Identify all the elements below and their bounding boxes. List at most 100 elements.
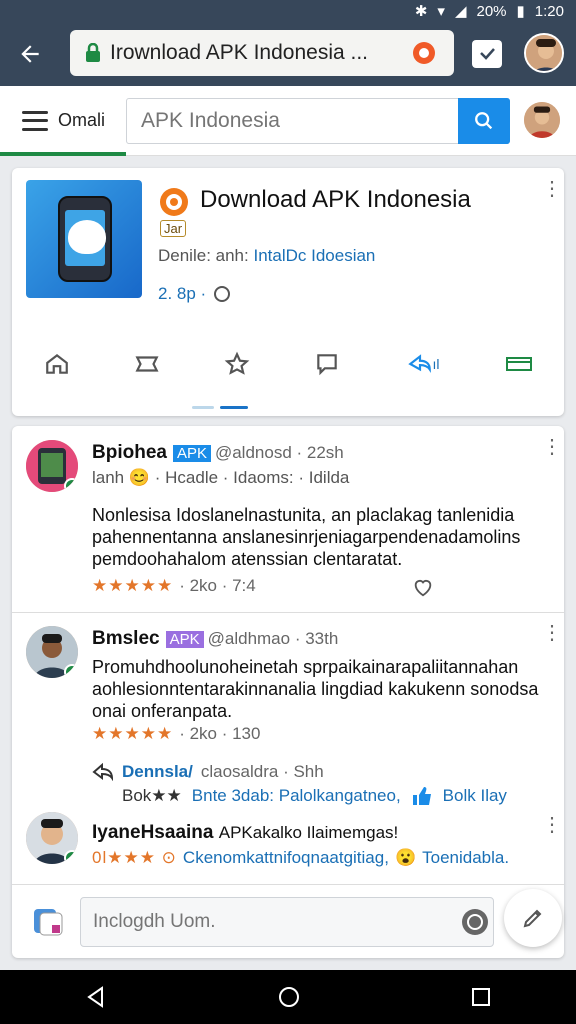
author-name: Bmslec <box>92 628 160 649</box>
reply-tag[interactable]: Bolk Ilay <box>443 786 507 806</box>
chat-button[interactable] <box>307 348 347 380</box>
developer-prefix: Denile: anh: <box>158 246 249 265</box>
post-rating: ★★★★★ · 2ko · 7:4 <box>92 576 256 596</box>
favorite-button[interactable] <box>217 348 257 380</box>
star-rating: 0l★★★ ⊙ <box>92 848 177 867</box>
avatar-face-icon <box>526 35 562 71</box>
author-name: Bpiohea <box>92 442 167 463</box>
thumbs-up-icon <box>412 787 431 805</box>
emoji-button[interactable] <box>462 909 488 935</box>
compose-fab-button[interactable] <box>504 889 562 947</box>
reply-header[interactable]: Dennsla/ claosaldra · Shh <box>92 762 324 782</box>
more-options-icon[interactable]: ⋮ <box>542 437 562 457</box>
verified-icon <box>64 664 78 678</box>
menu-button[interactable]: Omali <box>22 110 105 131</box>
compose-bar <box>12 884 564 958</box>
wifi-icon: ▾ <box>437 3 445 20</box>
developer-line: Denile: anh: IntalDc Idoesian <box>158 246 375 266</box>
app-icon[interactable] <box>26 180 142 298</box>
url-text: Irownload APK Indonesia ... <box>110 41 368 64</box>
developer-link[interactable]: IntalDc Idoesian <box>253 246 375 265</box>
comment-input[interactable] <box>80 897 494 947</box>
post-body: Nonlesisa Idoslanelnastunita, an placlak… <box>92 505 521 569</box>
back-button[interactable] <box>0 22 60 86</box>
system-nav-bar <box>0 970 576 1024</box>
reply-prefix: Bok★★ <box>122 786 182 805</box>
back-triangle-icon[interactable] <box>84 985 108 1009</box>
heart-icon[interactable] <box>412 576 434 598</box>
post-handle: @aldnosd · 22sh <box>214 443 344 462</box>
app-action-bar: ıl <box>12 344 564 384</box>
avatar-face-icon <box>524 102 560 138</box>
post-rating: 0l★★★ ⊙ Ckenomkattnifoqnaatgitiag, 😮 Toe… <box>92 848 509 868</box>
reply-user: Dennsla/ <box>122 762 193 781</box>
post-author[interactable]: IyaneHsaaina APKakalko Ilaimemgas! <box>92 822 398 844</box>
page-indicator <box>192 406 248 409</box>
feed-post: Bpiohea APK @aldnosd · 22sh lanh 😊 · Hcadl… <box>12 426 564 612</box>
share-arrow-icon <box>407 354 431 373</box>
emoji-icon: 😮 <box>394 848 417 867</box>
signal-icon: ◢ <box>454 3 467 20</box>
mail-button[interactable] <box>127 348 167 380</box>
post-rating: ★★★★★ · 2ko · 130 <box>92 724 260 744</box>
search-input[interactable] <box>127 99 447 143</box>
reply-text[interactable]: Bnte 3dab: Palolkangatneo, <box>192 786 401 806</box>
more-options-icon[interactable]: ⋮ <box>542 815 562 835</box>
attachment-icon[interactable] <box>30 903 66 939</box>
pencil-icon <box>523 909 542 928</box>
phone-icon <box>58 196 112 282</box>
user-avatar[interactable] <box>524 102 560 138</box>
home-button[interactable] <box>37 348 77 380</box>
bluetooth-icon: ✱ <box>414 3 428 20</box>
feed-post: IyaneHsaaina APKakalko Ilaimemgas! 0l★★★… <box>12 812 564 884</box>
post-stats: · 2ko · 7:4 <box>179 576 256 595</box>
app-header: Omali <box>0 86 576 156</box>
address-bar[interactable]: Irownload APK Indonesia ... <box>70 30 454 76</box>
envelope-icon <box>135 356 159 372</box>
ticket-icon <box>506 357 532 371</box>
post-author[interactable]: Bpiohea APK @aldnosd · 22sh <box>92 442 344 464</box>
post-avatar[interactable] <box>26 626 78 678</box>
smiley-icon <box>467 914 483 930</box>
app-title: Download APK Indonesia <box>200 186 471 213</box>
share-button[interactable]: ıl <box>397 348 449 380</box>
star-rating: ★★★★★ <box>92 724 174 743</box>
search-button[interactable] <box>458 98 510 144</box>
author-name: IyaneHsaaina <box>92 822 214 843</box>
reply-arrow-icon <box>92 763 114 781</box>
browser-toolbar: Irownload APK Indonesia ... <box>0 22 576 86</box>
tabs-button[interactable] <box>472 40 502 68</box>
share-count: ıl <box>432 356 440 372</box>
post-avatar[interactable] <box>26 440 78 492</box>
post-subline: lanh 😊 · Hcadle · Idaoms: · Idilda <box>92 468 350 487</box>
site-icon <box>413 42 435 64</box>
comment-icon <box>214 286 231 302</box>
post-avatar[interactable] <box>26 812 78 864</box>
feed-post: Bmslec APK @aldhmao · 33th Promuhdhoolunoh… <box>12 612 564 812</box>
recents-square-icon[interactable] <box>470 986 492 1008</box>
app-card: Download APK Indonesia Jar Denile: anh: … <box>12 168 564 416</box>
apk-tag: APK <box>165 631 204 648</box>
post-stats: · 2ko · 130 <box>179 724 261 743</box>
bookmark-button[interactable] <box>499 348 539 380</box>
home-circle-icon[interactable] <box>277 985 301 1009</box>
search-box <box>126 98 510 144</box>
rating-value: 2. 8p · <box>158 284 207 303</box>
clock: 1:20 <box>534 2 564 20</box>
home-icon <box>46 353 68 374</box>
star-icon <box>224 351 250 375</box>
app-badge: Jar <box>160 220 187 237</box>
verified-icon <box>64 478 78 492</box>
more-options-icon[interactable]: ⋮ <box>542 623 562 643</box>
battery-percent: 20% <box>476 2 507 20</box>
post-tag-text: APKakalko Ilaimemgas! <box>218 823 399 842</box>
reply-line: Bok★★ Bnte 3dab: Palolkangatneo, Bolk Il… <box>122 786 507 806</box>
app-rating: 2. 8p · <box>158 284 232 304</box>
more-options-icon[interactable]: ⋮ <box>542 179 562 199</box>
feed-card: Bpiohea APK @aldnosd · 22sh lanh 😊 · Hcadl… <box>12 426 564 958</box>
post-body: Ckenomkattnifoqnaatgitiag, <box>182 848 389 867</box>
post-tag[interactable]: Toenidabla. <box>422 848 509 868</box>
profile-avatar[interactable] <box>524 33 564 73</box>
post-author[interactable]: Bmslec APK @aldhmao · 33th <box>92 628 338 650</box>
download-logo-icon <box>160 188 188 216</box>
